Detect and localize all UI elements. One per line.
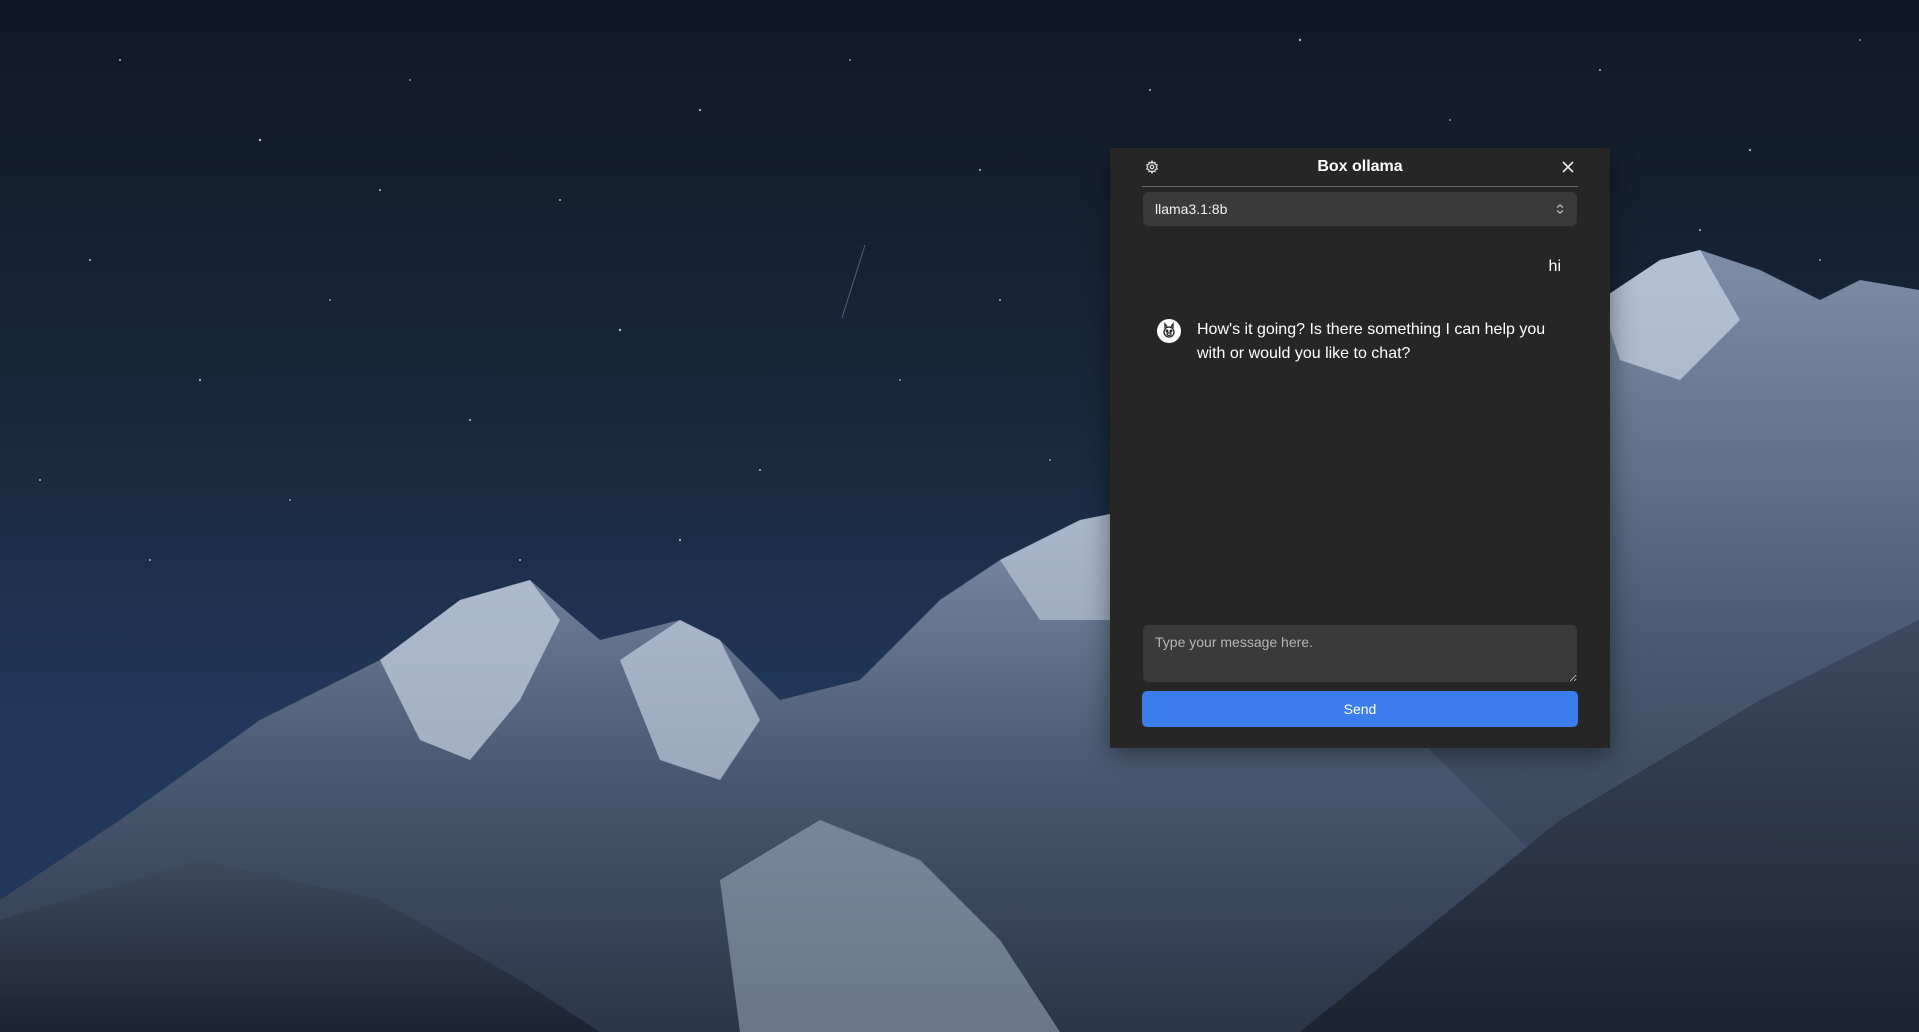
chat-window: Box ollama llama3.1:8b hi How's it going…	[1110, 148, 1610, 748]
chevron-up-down-icon	[1556, 204, 1564, 214]
llama-avatar-icon	[1157, 319, 1181, 343]
assistant-message: How's it going? Is there something I can…	[1157, 318, 1562, 366]
model-select-value: llama3.1:8b	[1155, 201, 1228, 217]
model-select[interactable]: llama3.1:8b	[1143, 192, 1577, 226]
title-bar: Box ollama	[1142, 148, 1578, 187]
close-button[interactable]	[1558, 157, 1578, 177]
desktop: Box ollama llama3.1:8b hi How's it going…	[0, 0, 1919, 1032]
send-button[interactable]: Send	[1142, 691, 1578, 727]
window-title: Box ollama	[1317, 158, 1403, 175]
user-message: hi	[1548, 258, 1561, 275]
mountain-wallpaper	[0, 0, 1919, 1032]
close-icon	[1562, 161, 1574, 173]
assistant-message-text: How's it going? Is there something I can…	[1197, 321, 1546, 362]
message-input[interactable]	[1143, 625, 1577, 682]
